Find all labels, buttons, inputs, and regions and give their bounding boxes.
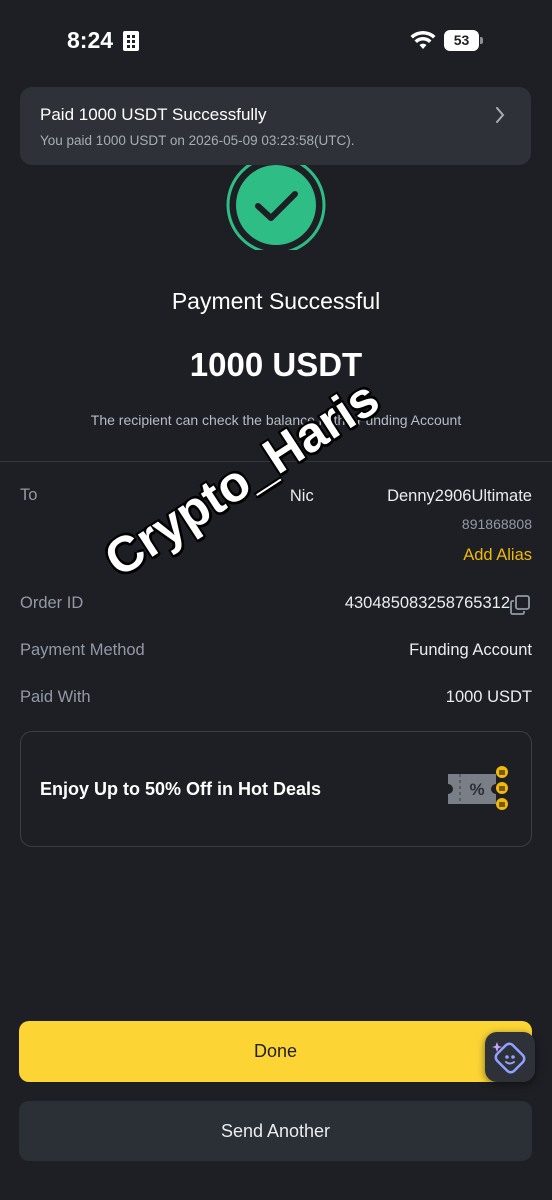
send-another-button[interactable]: Send Another [19,1101,532,1161]
copy-icon[interactable] [510,595,530,615]
add-alias-link[interactable]: Add Alias [463,546,532,565]
battery-icon: 53 [444,30,483,51]
status-time: 8:24 [67,27,114,53]
chevron-right-icon [496,107,505,123]
discount-coupon-icon: % [448,766,508,810]
status-bar: 8:24 53 [0,0,552,80]
paid-with-value: 1000 USDT [445,688,532,706]
promo-text: Enjoy Up to 50% Off in Hot Deals [40,779,322,799]
payment-notification-banner[interactable]: Paid 1000 USDT Successfully You paid 100… [20,87,531,165]
payment-method-value: Funding Account [409,641,532,659]
payment-amount: 1000 USDT [189,346,363,383]
to-label: To [20,486,38,504]
success-check-icon [225,160,327,250]
ai-assistant-button[interactable] [485,1032,535,1082]
banner-subtitle: You paid 1000 USDT on 2026-05-09 03:23:5… [40,133,355,148]
svg-text:%: % [469,780,484,799]
paid-with-label: Paid With [20,688,91,706]
sim-card-icon [123,31,139,51]
battery-level: 53 [444,30,479,51]
done-button[interactable]: Done [19,1021,532,1082]
page-title: Payment Successful [171,288,381,314]
wifi-icon [410,30,436,49]
banner-title: Paid 1000 USDT Successfully [40,105,267,124]
ai-assistant-icon [492,1042,526,1074]
hot-deals-promo-card[interactable]: Enjoy Up to 50% Off in Hot Deals % [20,731,532,847]
recipient-id: 891868808 [461,516,532,532]
payment-method-label: Payment Method [20,641,145,659]
order-id-label: Order ID [20,594,84,612]
recipient-name: Nic Denny2906Ultimate [289,487,532,505]
order-id-value: 430485083258765312 [344,594,510,612]
payment-result: Payment Successful 1000 USDT The recipie… [0,160,552,462]
